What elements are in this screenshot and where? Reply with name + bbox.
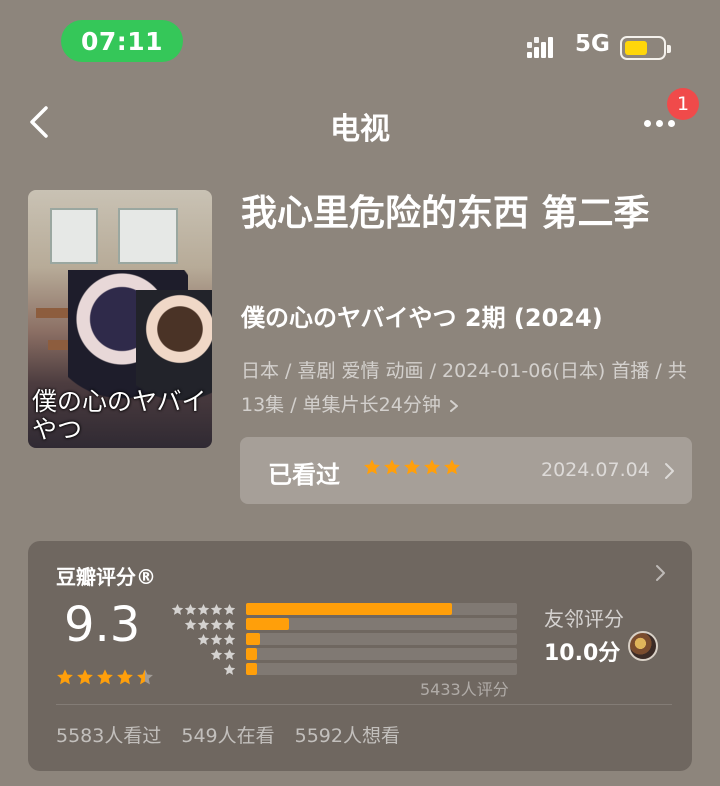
mini-star-icon xyxy=(223,633,236,645)
watched-count[interactable]: 5583人看过 xyxy=(56,721,161,748)
show-meta-text: 日本 / 喜剧 爱情 动画 / 2024-01-06(日本) 首播 / 共13集… xyxy=(241,360,687,416)
mini-star-icon xyxy=(223,618,236,630)
star-icon xyxy=(444,459,460,475)
battery-icon xyxy=(620,36,671,60)
star-icon xyxy=(364,459,380,475)
chevron-right-icon xyxy=(449,399,458,412)
distribution-bar xyxy=(246,603,452,615)
distribution-track xyxy=(246,618,517,630)
distribution-row xyxy=(170,663,520,675)
mini-star-icon xyxy=(210,618,223,630)
douban-rating-card[interactable]: 豆瓣评分® 9.3 5433人评分 友邻评分 10.0分 5583人看过 549… xyxy=(28,541,692,771)
star-icon xyxy=(424,459,440,475)
mini-star-icon xyxy=(197,618,210,630)
watched-date: 2024.07.04 xyxy=(541,459,650,481)
distribution-row xyxy=(170,633,520,645)
distribution-bar xyxy=(246,648,257,660)
distribution-track xyxy=(246,633,517,645)
page-title: 电视 xyxy=(330,112,390,147)
poster-title: 僕の心のヤバイやつ xyxy=(32,387,207,444)
watching-count[interactable]: 549人在看 xyxy=(181,721,274,748)
wish-count[interactable]: 5592人想看 xyxy=(295,721,400,748)
rating-score: 9.3 xyxy=(64,597,141,653)
mini-star-icon xyxy=(184,618,197,630)
mini-star-icon xyxy=(197,633,210,645)
notification-badge: 1 xyxy=(667,88,699,120)
mini-star-icon xyxy=(171,603,184,615)
distribution-track xyxy=(246,663,517,675)
show-meta[interactable]: 日本 / 喜剧 爱情 动画 / 2024-01-06(日本) 首播 / 共13集… xyxy=(241,354,701,422)
status-time: 07:11 xyxy=(61,20,183,62)
distribution-bar xyxy=(246,663,257,675)
watched-status-card[interactable]: 已看过 2024.07.04 xyxy=(240,437,692,504)
mini-star-icon xyxy=(223,663,236,675)
distribution-row xyxy=(170,618,520,630)
mini-star-icon xyxy=(223,603,236,615)
network-type: 5G xyxy=(575,31,610,57)
original-title: 僕の心のヤバイやつ 2期 (2024) xyxy=(241,304,603,332)
mini-star-icon xyxy=(197,603,210,615)
star-icon xyxy=(77,669,93,685)
distribution-row xyxy=(170,648,520,660)
friend-rating-label: 友邻评分 xyxy=(544,607,624,631)
distribution-bar xyxy=(246,633,260,645)
distribution-track xyxy=(246,603,517,615)
mini-star-icon xyxy=(223,648,236,660)
star-icon xyxy=(137,669,153,685)
friend-avatar[interactable] xyxy=(628,631,658,661)
star-icon xyxy=(57,669,73,685)
battery-fill xyxy=(625,41,647,55)
chevron-right-icon xyxy=(656,565,665,581)
mini-star-icon xyxy=(210,648,223,660)
my-rating-stars xyxy=(363,458,461,476)
distribution-bar xyxy=(246,618,290,630)
cellular-signal-icon xyxy=(527,37,553,58)
mini-star-icon xyxy=(210,633,223,645)
star-icon xyxy=(384,459,400,475)
star-icon xyxy=(97,669,113,685)
status-bar: 07:11 5G xyxy=(0,0,720,84)
watched-label: 已看过 xyxy=(268,461,340,489)
distribution-track xyxy=(246,648,517,660)
star-icon xyxy=(404,459,420,475)
mini-star-icon xyxy=(184,603,197,615)
more-dots-icon xyxy=(644,120,675,127)
watch-stats: 5583人看过 549人在看 5592人想看 xyxy=(56,721,400,748)
distribution-row xyxy=(170,603,520,615)
poster-window xyxy=(118,208,178,264)
vote-count: 5433人评分 xyxy=(420,680,509,699)
rating-brand: 豆瓣评分® xyxy=(56,565,156,589)
mini-star-icon xyxy=(210,603,223,615)
divider xyxy=(56,704,672,705)
chevron-right-icon xyxy=(665,463,674,479)
poster-window xyxy=(50,208,98,264)
rating-stars xyxy=(56,668,154,686)
poster-image[interactable]: 僕の心のヤバイやつ xyxy=(28,190,212,448)
friend-rating-score: 10.0分 xyxy=(544,641,621,666)
star-icon xyxy=(117,669,133,685)
show-title: 我心里危险的东西 第二季 xyxy=(241,193,650,234)
